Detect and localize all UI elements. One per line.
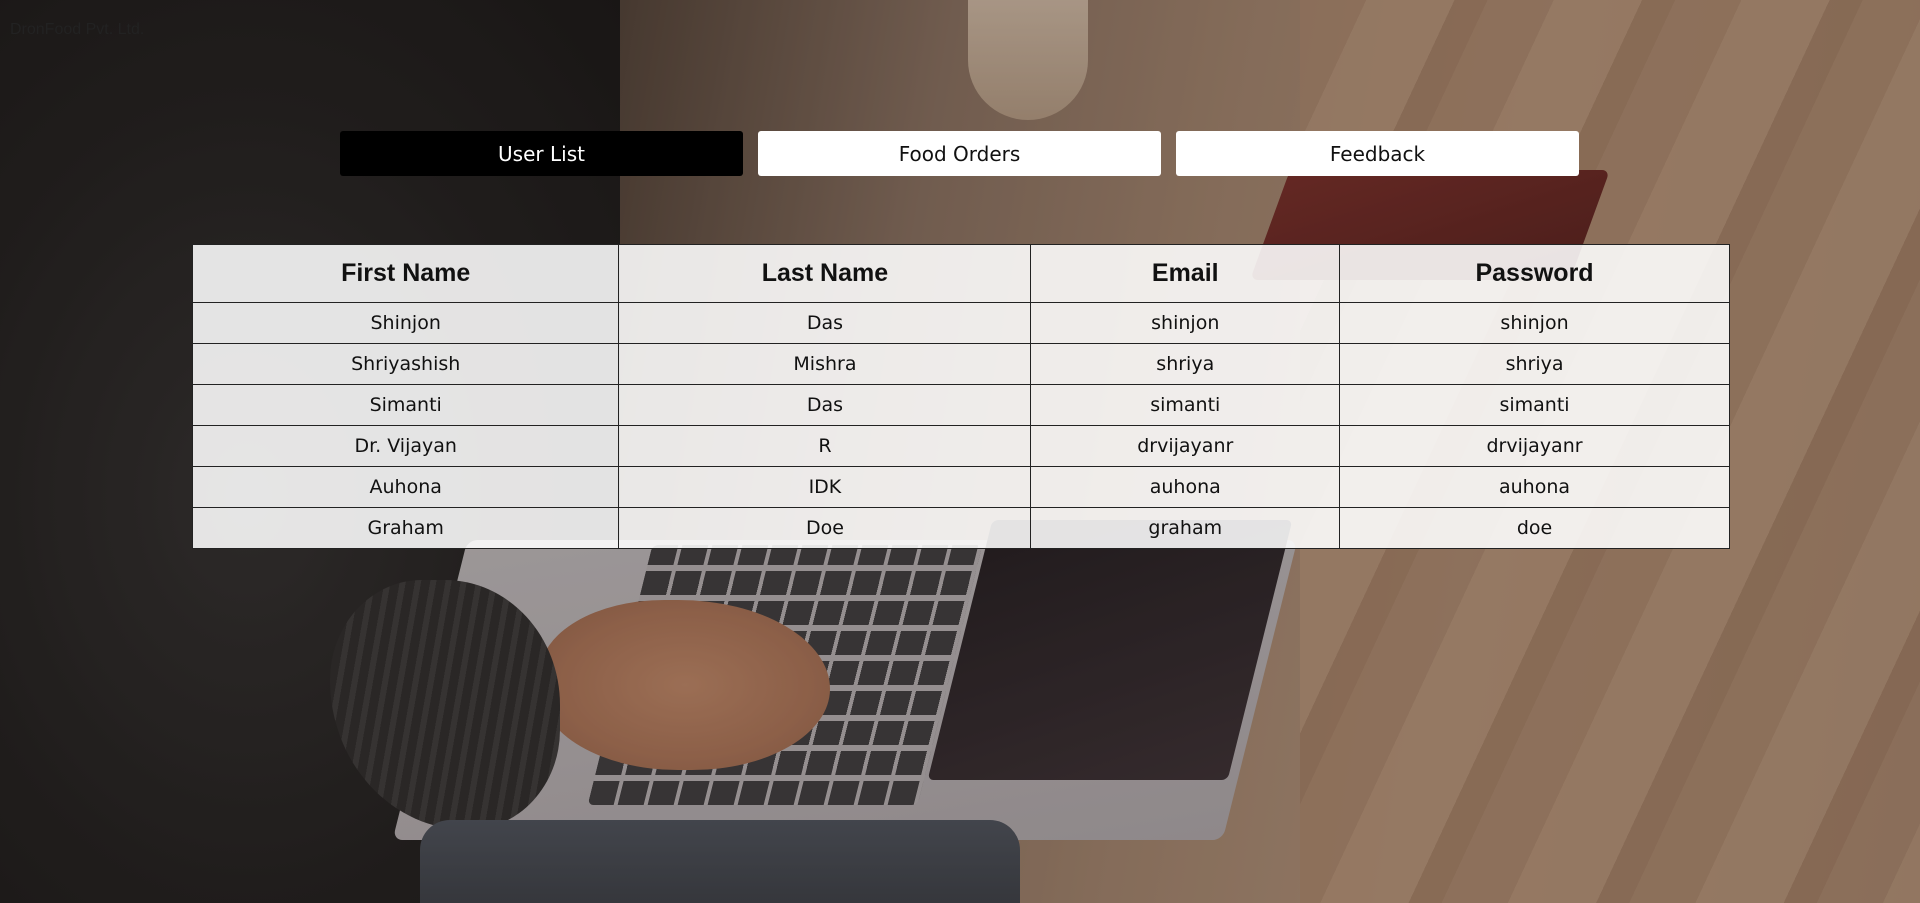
cell-last-name: IDK xyxy=(618,466,1032,508)
cell-password: auhona xyxy=(1339,466,1730,508)
column-header-last-name: Last Name xyxy=(618,244,1032,303)
cell-password: simanti xyxy=(1339,384,1730,426)
column-header-first-name: First Name xyxy=(191,244,620,303)
cell-last-name: R xyxy=(618,425,1032,467)
table-row: Shinjon Das shinjon shinjon xyxy=(191,302,1730,344)
cell-first-name: Auhona xyxy=(191,466,620,508)
table-row: Dr. Vijayan R drvijayanr drvijayanr xyxy=(191,425,1730,467)
tab-user-list[interactable]: User List xyxy=(340,131,743,176)
cell-password: drvijayanr xyxy=(1339,425,1730,467)
brand-name: DronFood Pvt. Ltd. xyxy=(10,21,145,38)
admin-nav: User List Food Orders Feedback xyxy=(340,131,1579,176)
cell-last-name: Doe xyxy=(618,507,1032,549)
tab-food-orders[interactable]: Food Orders xyxy=(758,131,1161,176)
cell-email: simanti xyxy=(1030,384,1341,426)
table-row: Graham Doe graham doe xyxy=(191,507,1730,549)
cell-password: doe xyxy=(1339,507,1730,549)
cell-first-name: Graham xyxy=(191,507,620,549)
cell-first-name: Shinjon xyxy=(191,302,620,344)
cell-email: shinjon xyxy=(1030,302,1341,344)
cell-email: drvijayanr xyxy=(1030,425,1341,467)
cell-last-name: Das xyxy=(618,384,1032,426)
column-header-email: Email xyxy=(1030,244,1341,303)
cell-first-name: Simanti xyxy=(191,384,620,426)
cell-first-name: Dr. Vijayan xyxy=(191,425,620,467)
cell-last-name: Mishra xyxy=(618,343,1032,385)
cell-first-name: Shriyashish xyxy=(191,343,620,385)
cell-password: shinjon xyxy=(1339,302,1730,344)
cell-email: shriya xyxy=(1030,343,1341,385)
column-header-password: Password xyxy=(1339,244,1730,303)
page: DronFood Pvt. Ltd. User List Food Orders… xyxy=(0,0,1920,903)
table-row: Shriyashish Mishra shriya shriya xyxy=(191,343,1730,385)
table-row: Auhona IDK auhona auhona xyxy=(191,466,1730,508)
cell-password: shriya xyxy=(1339,343,1730,385)
table-header-row: First Name Last Name Email Password xyxy=(191,244,1730,303)
cell-last-name: Das xyxy=(618,302,1032,344)
cell-email: auhona xyxy=(1030,466,1341,508)
tab-feedback[interactable]: Feedback xyxy=(1176,131,1579,176)
user-list-table: First Name Last Name Email Password Shin… xyxy=(191,244,1730,549)
table-row: Simanti Das simanti simanti xyxy=(191,384,1730,426)
cell-email: graham xyxy=(1030,507,1341,549)
